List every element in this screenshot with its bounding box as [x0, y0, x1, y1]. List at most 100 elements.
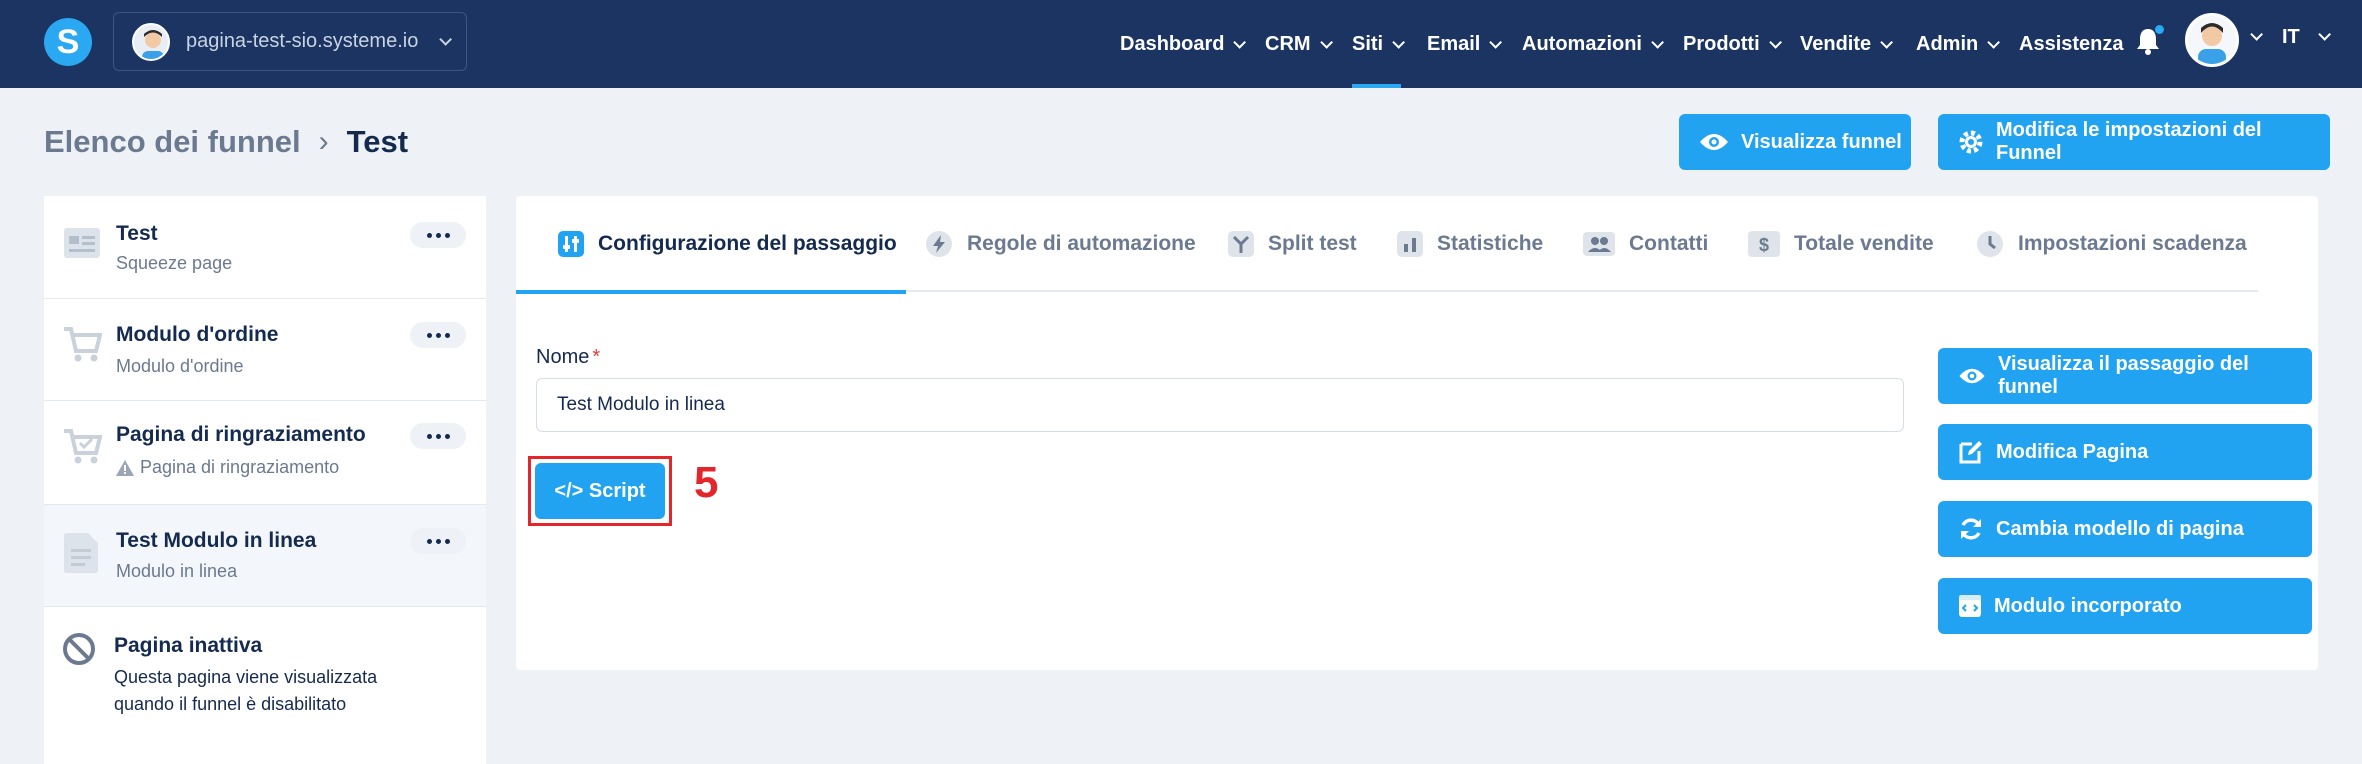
chevron-down-icon: [1489, 35, 1503, 49]
nav-label: Dashboard: [1120, 32, 1225, 55]
tab-statistics[interactable]: Statistiche: [1397, 196, 1543, 292]
nav-dashboard[interactable]: Dashboard: [1120, 0, 1247, 88]
nav-assistenza[interactable]: Assistenza: [2019, 0, 2124, 88]
more-options-button[interactable]: [410, 528, 466, 554]
nav-crm[interactable]: CRM: [1265, 0, 1333, 88]
site-avatar-icon: [132, 22, 170, 61]
button-label: Modifica Pagina: [1996, 440, 2149, 463]
nav-automazioni[interactable]: Automazioni: [1522, 0, 1664, 88]
user-avatar[interactable]: [2185, 13, 2239, 67]
cart-icon: [64, 327, 102, 362]
nav-label: Siti: [1352, 32, 1384, 55]
dollar-icon: $: [1748, 231, 1780, 257]
warning-icon: [116, 459, 134, 476]
chevron-down-icon[interactable]: [2318, 28, 2331, 41]
change-template-button[interactable]: Cambia modello di pagina: [1938, 501, 2312, 557]
sliders-icon: [558, 231, 584, 257]
view-funnel-button[interactable]: Visualizza funnel: [1679, 114, 1911, 170]
page-title: Test: [346, 124, 409, 159]
lightning-icon: [926, 231, 952, 257]
inactive-circle-slash-icon: [63, 633, 95, 665]
tab-contacts[interactable]: Contatti: [1583, 196, 1708, 292]
tab-automation-rules[interactable]: Regole di automazione: [925, 196, 1196, 292]
nav-prodotti[interactable]: Prodotti: [1683, 0, 1782, 88]
chevron-down-icon: [1651, 35, 1664, 49]
inactive-page-title[interactable]: Pagina inattiva: [114, 634, 262, 658]
tab-total-sales[interactable]: $ Totale vendite: [1748, 196, 1934, 292]
refresh-icon: [1961, 518, 1981, 540]
edit-icon: [1959, 441, 1982, 464]
step-name-input[interactable]: [536, 378, 1904, 432]
more-options-button[interactable]: [410, 423, 466, 449]
button-label: Modifica le impostazioni del Funnel: [1996, 119, 2262, 164]
label-text: Nome: [536, 346, 590, 368]
script-button[interactable]: </> Script: [535, 463, 665, 519]
site-domain: pagina-test-sio.systeme.io: [186, 30, 419, 52]
eye-icon: [1959, 368, 1985, 384]
annotation-number: 5: [694, 458, 719, 507]
button-label: Visualizza il passaggio del funnel: [1998, 353, 2249, 398]
step-item-test[interactable]: Test Squeeze page: [44, 196, 486, 299]
step-title: Test Modulo in linea: [116, 529, 317, 552]
more-options-button[interactable]: [410, 322, 466, 348]
nav-admin[interactable]: Admin: [1916, 0, 2001, 88]
more-options-button[interactable]: [410, 222, 466, 248]
button-label: Visualizza funnel: [1741, 130, 1902, 153]
top-navbar: S pagina-test-sio.systeme.io Dashboard C…: [0, 0, 2362, 88]
chevron-down-icon: [439, 33, 452, 46]
tab-label: Statistiche: [1437, 232, 1544, 255]
bar-chart-icon: [1397, 231, 1423, 257]
tab-label: Impostazioni scadenza: [2018, 232, 2247, 255]
tab-expiry-settings[interactable]: Impostazioni scadenza: [1976, 196, 2247, 292]
svg-text:$: $: [1759, 235, 1769, 255]
chevron-down-icon: [1880, 35, 1894, 49]
step-type: Modulo d'ordine: [116, 356, 244, 376]
embedded-form-button[interactable]: Modulo incorporato: [1938, 578, 2312, 634]
step-tabs: Configurazione del passaggio Regole di a…: [516, 196, 2258, 294]
nav-label: Automazioni: [1522, 32, 1642, 55]
nav-label: Admin: [1916, 32, 1979, 55]
chevron-down-icon: [1768, 35, 1782, 49]
step-item-inline-form[interactable]: Test Modulo in linea Modulo in linea: [44, 505, 486, 607]
view-funnel-step-button[interactable]: Visualizza il passaggio del funnel: [1938, 348, 2312, 404]
tab-split-test[interactable]: Split test: [1228, 196, 1357, 292]
chevron-down-icon: [1987, 35, 2001, 49]
step-type-warning: Pagina di ringraziamento: [116, 457, 339, 478]
chevron-down-icon[interactable]: [2250, 28, 2263, 41]
nav-email[interactable]: Email: [1427, 0, 1503, 88]
tab-label: Regole di automazione: [967, 232, 1196, 255]
eye-icon: [1700, 134, 1728, 150]
inactive-page-description: Questa pagina viene visualizzata quando …: [114, 667, 378, 714]
tab-label: Totale vendite: [1794, 232, 1934, 255]
site-selector[interactable]: pagina-test-sio.systeme.io: [113, 12, 467, 71]
language-selector[interactable]: IT: [2282, 26, 2300, 49]
edit-page-button[interactable]: Modifica Pagina: [1938, 424, 2312, 480]
breadcrumb-funnel-list[interactable]: Elenco dei funnel: [44, 124, 301, 160]
required-mark: *: [592, 346, 601, 368]
step-title: Pagina di ringraziamento: [116, 423, 366, 446]
bell-icon[interactable]: [2136, 25, 2164, 55]
step-item-order-form[interactable]: Modulo d'ordine Modulo d'ordine: [44, 299, 486, 401]
tab-label: Configurazione del passaggio: [598, 232, 897, 255]
split-icon: [1228, 231, 1254, 257]
chevron-right-icon: ›: [318, 125, 329, 158]
systeme-logo[interactable]: S: [44, 18, 92, 66]
step-title: Modulo d'ordine: [116, 323, 279, 346]
nav-vendite[interactable]: Vendite: [1800, 0, 1894, 88]
step-title: Test: [116, 222, 158, 245]
nav-label: Prodotti: [1683, 32, 1760, 55]
document-icon: [64, 533, 98, 573]
nav-label: Email: [1427, 32, 1481, 55]
chevron-down-icon: [1392, 35, 1406, 49]
clock-icon: [1977, 231, 2003, 257]
button-label: Cambia modello di pagina: [1996, 517, 2244, 540]
nav-label: CRM: [1265, 32, 1311, 55]
nav-siti[interactable]: Siti: [1352, 0, 1406, 88]
edit-funnel-settings-button[interactable]: Modifica le impostazioni del Funnel: [1938, 114, 2330, 170]
code-window-icon: [1959, 595, 1981, 617]
notification-dot: [2155, 25, 2164, 34]
step-item-thank-you[interactable]: Pagina di ringraziamento Pagina di ringr…: [44, 401, 486, 505]
nav-label: Vendite: [1800, 32, 1872, 55]
gear-icon: [1959, 130, 1983, 154]
tab-step-configuration[interactable]: Configurazione del passaggio: [516, 196, 906, 294]
